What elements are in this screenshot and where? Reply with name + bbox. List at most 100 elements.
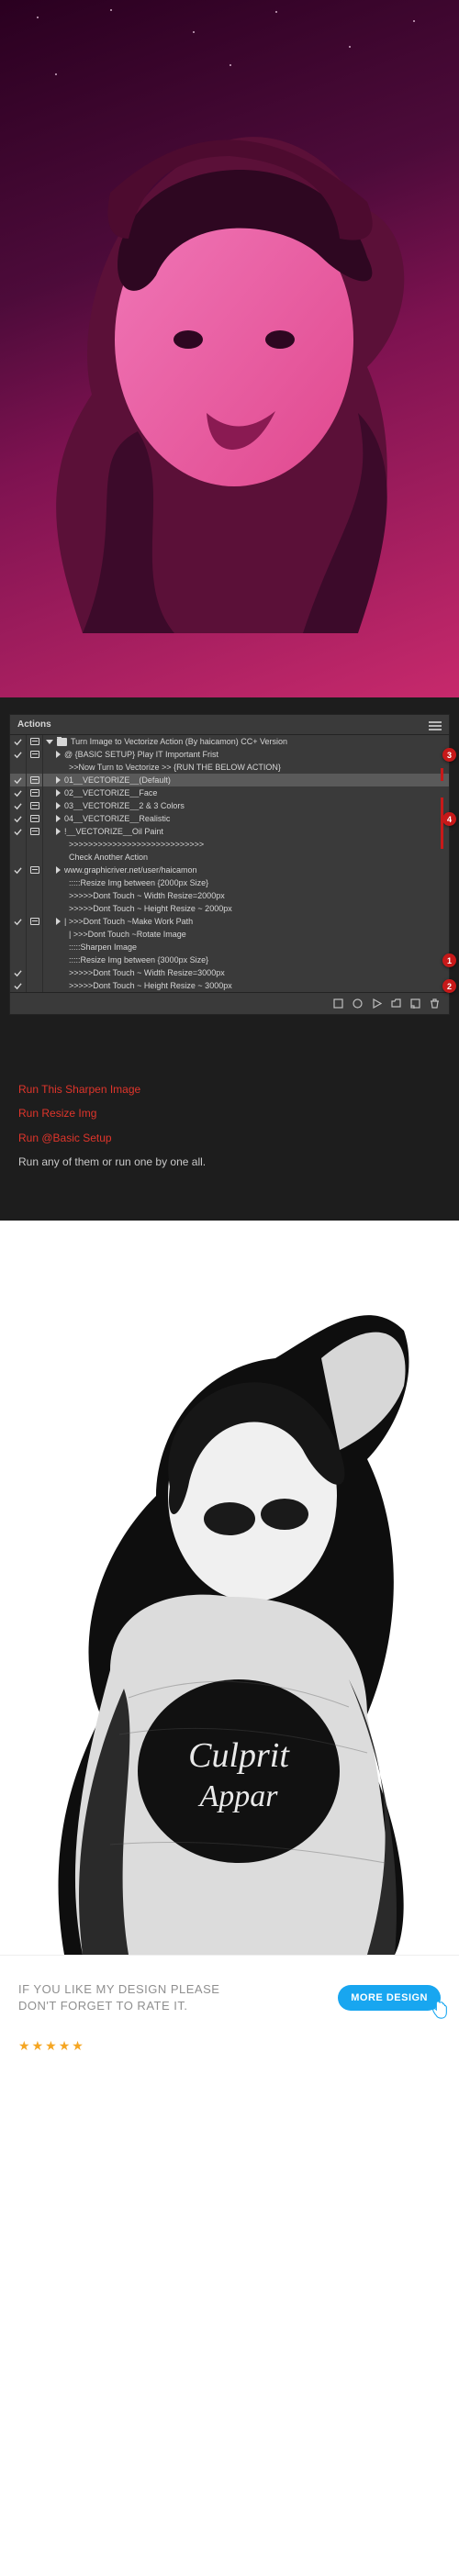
action-row[interactable]: 02__VECTORIZE__Face bbox=[10, 786, 449, 799]
action-content: @ {BASIC SETUP} Play IT Important Frist bbox=[43, 750, 443, 759]
action-row[interactable]: 04__VECTORIZE__Realistic bbox=[10, 812, 449, 825]
dialog-toggle[interactable] bbox=[27, 799, 43, 812]
action-content: Turn Image to Vectorize Action (By haica… bbox=[43, 737, 443, 746]
folder-icon bbox=[57, 738, 67, 746]
action-row[interactable]: >>Now Turn to Vectorize >> {RUN THE BELO… bbox=[10, 761, 449, 774]
star-icon: ★ bbox=[32, 2038, 44, 2054]
new-set-icon[interactable] bbox=[391, 998, 401, 1009]
action-row[interactable]: >>>>>>>>>>>>>>>>>>>>>>>>>>>> bbox=[10, 838, 449, 851]
dialog-toggle[interactable] bbox=[27, 941, 43, 953]
action-row[interactable]: >>>>>Dont Touch ~ Width Resize=2000px bbox=[10, 889, 449, 902]
dialog-toggle[interactable] bbox=[27, 966, 43, 979]
toggle-checkbox[interactable] bbox=[10, 825, 27, 838]
chevron-right-icon[interactable] bbox=[56, 776, 61, 784]
dialog-toggle[interactable] bbox=[27, 902, 43, 915]
dialog-toggle[interactable] bbox=[27, 889, 43, 902]
toggle-checkbox[interactable] bbox=[10, 735, 27, 748]
toggle-checkbox[interactable] bbox=[10, 799, 27, 812]
toggle-checkbox[interactable] bbox=[10, 928, 27, 941]
play-icon[interactable] bbox=[372, 998, 382, 1009]
action-row[interactable]: :::::Resize Img between {3000px Size} bbox=[10, 953, 449, 966]
chevron-right-icon[interactable] bbox=[56, 789, 61, 797]
toggle-checkbox[interactable] bbox=[10, 941, 27, 953]
toggle-checkbox[interactable] bbox=[10, 812, 27, 825]
dialog-toggle[interactable] bbox=[27, 851, 43, 864]
stop-icon[interactable] bbox=[333, 998, 343, 1009]
pointer-hand-icon bbox=[430, 2000, 450, 2020]
action-row[interactable]: www.graphicriver.net/user/haicamon bbox=[10, 864, 449, 876]
instruction-line: Run @Basic Setup bbox=[18, 1126, 441, 1150]
dialog-toggle[interactable] bbox=[27, 735, 43, 748]
trash-icon[interactable] bbox=[430, 998, 440, 1009]
action-content: >>>>>>>>>>>>>>>>>>>>>>>>>>>> bbox=[43, 840, 443, 849]
dialog-toggle[interactable] bbox=[27, 864, 43, 876]
dialog-toggle[interactable] bbox=[27, 748, 43, 761]
dialog-toggle[interactable] bbox=[27, 838, 43, 851]
action-content: www.graphicriver.net/user/haicamon bbox=[43, 865, 443, 875]
dialog-toggle[interactable] bbox=[27, 786, 43, 799]
action-row[interactable]: :::::Resize Img between {2000px Size} bbox=[10, 876, 449, 889]
action-row[interactable]: !__VECTORIZE__Oil Paint bbox=[10, 825, 449, 838]
star-icon: ★ bbox=[72, 2038, 84, 2054]
red-highlight-stripe bbox=[441, 797, 443, 849]
action-label: !__VECTORIZE__Oil Paint bbox=[64, 827, 163, 836]
action-row[interactable]: | >>>Dont Touch ~Make Work Path bbox=[10, 915, 449, 928]
action-row[interactable]: :::::Sharpen Image bbox=[10, 941, 449, 953]
callout-marker: 1 bbox=[442, 953, 456, 967]
hero-vector-pink bbox=[0, 0, 459, 697]
action-label: :::::Resize Img between {2000px Size} bbox=[69, 878, 208, 887]
toggle-checkbox[interactable] bbox=[10, 864, 27, 876]
dialog-toggle[interactable] bbox=[27, 812, 43, 825]
toggle-checkbox[interactable] bbox=[10, 902, 27, 915]
dialog-toggle[interactable] bbox=[27, 979, 43, 992]
action-row[interactable]: 03__VECTORIZE__2 & 3 Colors bbox=[10, 799, 449, 812]
chevron-right-icon[interactable] bbox=[56, 828, 61, 835]
action-label: >>>>>Dont Touch ~ Height Resize ~ 2000px bbox=[69, 904, 232, 913]
toggle-checkbox[interactable] bbox=[10, 761, 27, 774]
toggle-checkbox[interactable] bbox=[10, 876, 27, 889]
toggle-checkbox[interactable] bbox=[10, 774, 27, 786]
action-row[interactable]: >>>>>Dont Touch ~ Height Resize ~ 2000px bbox=[10, 902, 449, 915]
toggle-checkbox[interactable] bbox=[10, 966, 27, 979]
actions-panel-wrapper: Actions Turn Image to Vectorize Action (… bbox=[0, 697, 459, 1043]
dialog-toggle[interactable] bbox=[27, 915, 43, 928]
panel-menu-icon[interactable] bbox=[429, 719, 442, 730]
action-row[interactable]: >>>>>Dont Touch ~ Height Resize ~ 3000px bbox=[10, 979, 449, 992]
cta-line1: IF YOU LIKE MY DESIGN PLEASE bbox=[18, 1981, 325, 1998]
action-row[interactable]: 01__VECTORIZE__(Default) bbox=[10, 774, 449, 786]
dialog-toggle[interactable] bbox=[27, 928, 43, 941]
more-design-button[interactable]: MORE DESIGN bbox=[338, 1985, 441, 2011]
dialog-toggle[interactable] bbox=[27, 761, 43, 774]
action-content: :::::Resize Img between {3000px Size} bbox=[43, 955, 443, 965]
action-row[interactable]: @ {BASIC SETUP} Play IT Important Frist bbox=[10, 748, 449, 761]
action-row[interactable]: >>>>>Dont Touch ~ Width Resize=3000px bbox=[10, 966, 449, 979]
toggle-checkbox[interactable] bbox=[10, 786, 27, 799]
toggle-checkbox[interactable] bbox=[10, 953, 27, 966]
action-content: :::::Sharpen Image bbox=[43, 942, 443, 952]
toggle-checkbox[interactable] bbox=[10, 979, 27, 992]
toggle-checkbox[interactable] bbox=[10, 889, 27, 902]
dialog-toggle[interactable] bbox=[27, 876, 43, 889]
toggle-checkbox[interactable] bbox=[10, 748, 27, 761]
chevron-down-icon[interactable] bbox=[46, 740, 53, 744]
cta-section: IF YOU LIKE MY DESIGN PLEASE DON'T FORGE… bbox=[0, 1955, 459, 2038]
action-row[interactable]: | >>>Dont Touch ~Rotate Image bbox=[10, 928, 449, 941]
action-content: 02__VECTORIZE__Face bbox=[43, 788, 443, 797]
dialog-toggle[interactable] bbox=[27, 953, 43, 966]
record-icon[interactable] bbox=[353, 998, 363, 1009]
action-row[interactable]: Check Another Action bbox=[10, 851, 449, 864]
toggle-checkbox[interactable] bbox=[10, 915, 27, 928]
chevron-right-icon[interactable] bbox=[56, 815, 61, 822]
chevron-right-icon[interactable] bbox=[56, 802, 61, 809]
cta-text: IF YOU LIKE MY DESIGN PLEASE DON'T FORGE… bbox=[18, 1981, 325, 2014]
toggle-checkbox[interactable] bbox=[10, 838, 27, 851]
panel-footer bbox=[10, 992, 449, 1014]
dialog-toggle[interactable] bbox=[27, 825, 43, 838]
chevron-right-icon[interactable] bbox=[56, 751, 61, 758]
chevron-right-icon[interactable] bbox=[56, 866, 61, 874]
action-row[interactable]: Turn Image to Vectorize Action (By haica… bbox=[10, 735, 449, 748]
chevron-right-icon[interactable] bbox=[56, 918, 61, 925]
toggle-checkbox[interactable] bbox=[10, 851, 27, 864]
dialog-toggle[interactable] bbox=[27, 774, 43, 786]
new-action-icon[interactable] bbox=[410, 998, 420, 1009]
